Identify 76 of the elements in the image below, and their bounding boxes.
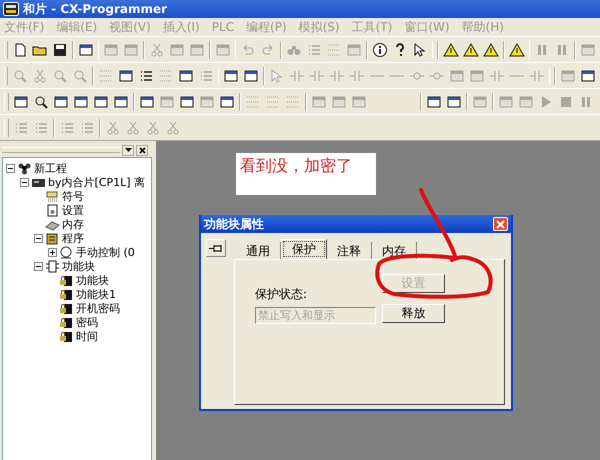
- collapse-icon[interactable]: [6, 164, 15, 172]
- window-icon[interactable]: [118, 68, 134, 84]
- dropdown-button[interactable]: [122, 144, 134, 156]
- collapse-icon[interactable]: [20, 178, 29, 186]
- tree-item[interactable]: 符号: [62, 188, 84, 204]
- window-icon[interactable]: [219, 94, 235, 110]
- tree-item[interactable]: 开机密码: [76, 300, 120, 316]
- close-icon: [138, 146, 146, 154]
- save-icon[interactable]: [52, 42, 68, 58]
- cut-icon[interactable]: [32, 68, 48, 84]
- tree-item[interactable]: 手动控制 (0: [76, 244, 135, 260]
- warning-icon[interactable]: [443, 42, 460, 58]
- window-icon[interactable]: [580, 68, 596, 84]
- tree-item[interactable]: 功能块: [62, 258, 95, 274]
- window-icon[interactable]: [53, 94, 69, 110]
- expand-icon[interactable]: [48, 248, 57, 256]
- tree-item[interactable]: by内合片[CP1L] 离: [48, 174, 146, 190]
- window-icon[interactable]: [78, 42, 94, 58]
- dialog-title: 功能块属性: [204, 216, 264, 232]
- tab[interactable]: 保护: [281, 239, 327, 259]
- collapse-icon[interactable]: [34, 262, 43, 270]
- window-icon[interactable]: [139, 94, 155, 110]
- window-icon[interactable]: [243, 68, 260, 84]
- zoom-icon[interactable]: [33, 94, 49, 110]
- tree-item[interactable]: 时间: [76, 328, 98, 344]
- window-icon[interactable]: [113, 94, 129, 110]
- tree-item[interactable]: 新工程: [34, 160, 67, 176]
- tree-item[interactable]: 密码: [76, 314, 98, 330]
- app-icon: [3, 2, 19, 16]
- window-title: 和片 - CX-Programmer: [23, 0, 168, 18]
- warning-icon[interactable]: [483, 42, 500, 58]
- function-blocks-icon: [45, 260, 60, 272]
- window-icon[interactable]: [179, 94, 195, 110]
- close-icon: [496, 220, 505, 228]
- window-icon[interactable]: [446, 94, 462, 110]
- locked-block-icon: [59, 274, 74, 286]
- grid-icon[interactable]: [245, 94, 261, 110]
- window-icon[interactable]: [13, 94, 29, 110]
- locked-block-icon: [59, 288, 74, 300]
- cut-icon[interactable]: [149, 42, 166, 58]
- tree-item[interactable]: 功能块1: [76, 286, 116, 302]
- programs-icon: [45, 232, 60, 244]
- grid-icon[interactable]: [265, 94, 281, 110]
- locked-block-icon: [59, 316, 74, 328]
- collapse-icon[interactable]: [34, 234, 43, 242]
- cut-icon[interactable]: [145, 120, 161, 136]
- pin-icon: [209, 244, 223, 252]
- window-icon[interactable]: [73, 94, 89, 110]
- grid-icon[interactable]: [285, 94, 301, 110]
- dialog-button[interactable]: 释放: [382, 304, 445, 323]
- tree-item[interactable]: 程序: [62, 230, 84, 246]
- pin-button[interactable]: [206, 239, 226, 257]
- network-icon: [17, 162, 32, 174]
- program-icon: [59, 246, 74, 258]
- cut-icon[interactable]: [165, 120, 181, 136]
- protection-label: 保护状态:: [255, 286, 308, 303]
- window-icon[interactable]: [178, 68, 194, 84]
- window-icon[interactable]: [426, 94, 442, 110]
- locked-block-icon: [59, 302, 74, 314]
- tree-item[interactable]: 设置: [62, 202, 84, 218]
- tree-item[interactable]: 内存: [62, 216, 84, 232]
- cut-icon[interactable]: [125, 120, 141, 136]
- window-icon[interactable]: [223, 68, 240, 84]
- warning-icon[interactable]: [508, 42, 525, 58]
- settings-icon: [45, 204, 60, 216]
- tree-item[interactable]: 功能块: [76, 272, 109, 288]
- annotation-note: 看到没，加密了: [236, 153, 376, 195]
- caret-icon: [124, 148, 132, 152]
- locked-block-icon: [59, 330, 74, 342]
- close-button[interactable]: [136, 144, 148, 156]
- info-icon[interactable]: [372, 42, 388, 58]
- warning-icon[interactable]: [463, 42, 480, 58]
- hand-drawn-line: [419, 188, 457, 258]
- cut-icon[interactable]: [105, 120, 121, 136]
- window-icon[interactable]: [93, 94, 109, 110]
- pointer-icon[interactable]: [412, 42, 428, 58]
